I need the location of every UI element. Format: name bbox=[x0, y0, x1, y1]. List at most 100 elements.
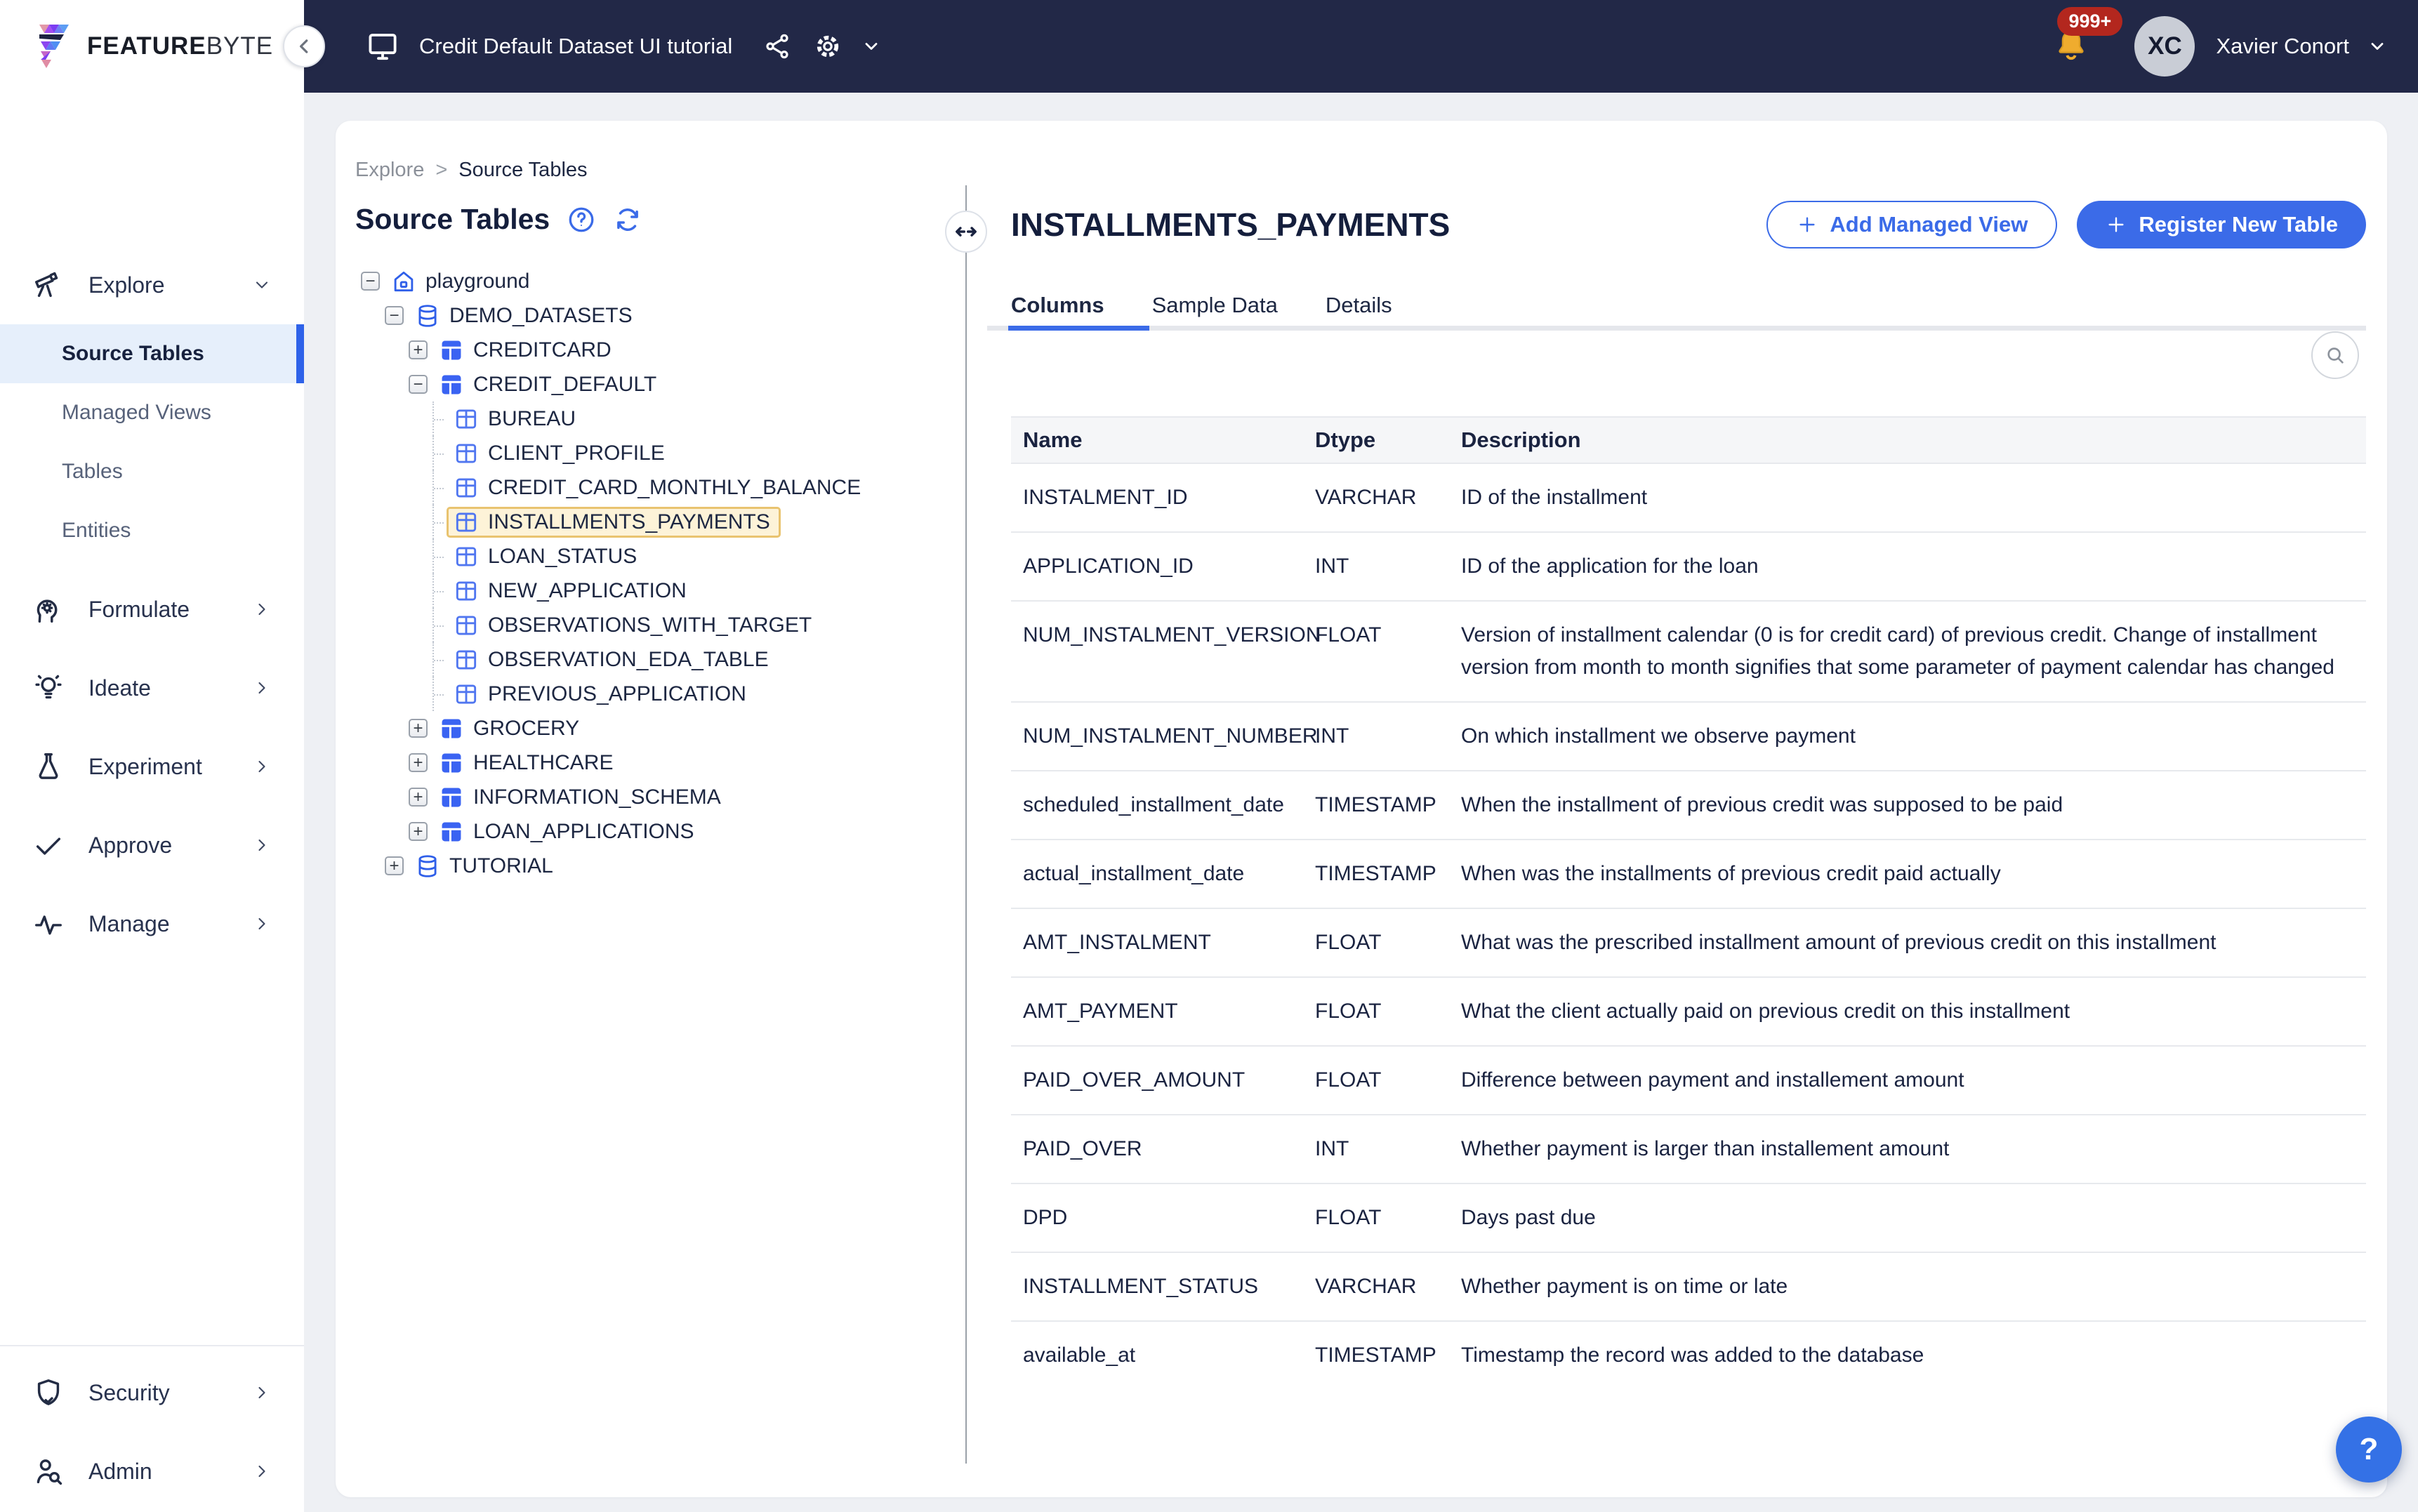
expand-node-button[interactable]: + bbox=[409, 822, 428, 841]
breadcrumb-explore[interactable]: Explore bbox=[355, 159, 424, 182]
tree-node-creditcard[interactable]: +CREDITCARD bbox=[355, 333, 949, 367]
sidebar-item-approve[interactable]: Approve bbox=[0, 806, 304, 884]
schema-icon bbox=[438, 371, 465, 398]
panel-resize-handle[interactable] bbox=[945, 211, 987, 253]
cell-description: What was the prescribed installment amou… bbox=[1461, 927, 2366, 959]
tree-connector bbox=[432, 608, 451, 642]
tree-node-grocery[interactable]: + GROCERY bbox=[355, 711, 949, 745]
explore-children: Source TablesManaged ViewsTablesEntities bbox=[0, 324, 304, 560]
tree-node-loan_applications[interactable]: +LOAN_APPLICATIONS bbox=[355, 814, 949, 849]
refresh-icon[interactable] bbox=[613, 205, 642, 234]
avatar[interactable]: XC bbox=[2134, 16, 2195, 77]
resize-arrows-icon bbox=[953, 219, 979, 244]
tree-node-playground[interactable]: −playground bbox=[355, 264, 949, 298]
tree-node-healthcare[interactable]: +HEALTHCARE bbox=[355, 745, 949, 780]
chevron-down-icon[interactable] bbox=[861, 37, 881, 56]
workspace-title[interactable]: Credit Default Dataset UI tutorial bbox=[419, 34, 732, 59]
tree-node-label: GROCERY bbox=[473, 717, 579, 741]
sidebar-item-tables[interactable]: Tables bbox=[0, 442, 304, 501]
expand-node-button[interactable]: + bbox=[409, 340, 428, 359]
sidebar-item-label: Security bbox=[88, 1380, 170, 1406]
cell-name: AMT_INSTALMENT bbox=[1011, 927, 1315, 959]
table-row: DPDFLOATDays past due bbox=[1011, 1184, 2366, 1253]
tabs-underline bbox=[987, 326, 2366, 331]
sidebar-item-formulate[interactable]: Formulate bbox=[0, 570, 304, 649]
tree-node-credit_card_monthly_balance[interactable]: CREDIT_CARD_MONTHLY_BALANCE bbox=[355, 470, 949, 505]
tree-node-observation_eda_table[interactable]: OBSERVATION_EDA_TABLE bbox=[355, 642, 949, 677]
sidebar-item-label: Explore bbox=[88, 272, 165, 298]
sidebar-item-source-tables[interactable]: Source Tables bbox=[0, 324, 304, 383]
chevron-right-icon bbox=[252, 757, 272, 776]
tree-node-body: CLIENT_PROFILE bbox=[447, 438, 675, 469]
sidebar-item-security[interactable]: Security bbox=[0, 1353, 304, 1432]
tree-node-information_schema[interactable]: +INFORMATION_SCHEMA bbox=[355, 780, 949, 814]
tree-node-credit_default[interactable]: −CREDIT_DEFAULT bbox=[355, 367, 949, 402]
add-managed-view-button[interactable]: Add Managed View bbox=[1766, 201, 2057, 248]
tree-node-demo_datasets[interactable]: −DEMO_DATASETS bbox=[355, 298, 949, 333]
tree-node-installments_payments[interactable]: INSTALLMENTS_PAYMENTS bbox=[355, 505, 949, 539]
collapse-node-button[interactable]: − bbox=[385, 306, 404, 325]
notification-badge: 999+ bbox=[2057, 7, 2122, 36]
expand-node-button[interactable]: + bbox=[409, 788, 428, 807]
cell-dtype: FLOAT bbox=[1315, 619, 1461, 684]
table-title: INSTALLMENTS_PAYMENTS bbox=[1011, 206, 1766, 244]
sidebar-item-ideate[interactable]: Ideate bbox=[0, 649, 304, 727]
cell-dtype: INT bbox=[1315, 550, 1461, 583]
tree-node-observations_with_target[interactable]: OBSERVATIONS_WITH_TARGET bbox=[355, 608, 949, 642]
main-column: Credit Default Dataset UI tutorial 99 bbox=[304, 0, 2418, 1512]
register-new-table-button[interactable]: Register New Table bbox=[2077, 201, 2366, 248]
tree-node-previous_application[interactable]: PREVIOUS_APPLICATION bbox=[355, 677, 949, 711]
expand-node-button[interactable]: + bbox=[385, 856, 404, 875]
table-row: NUM_INSTALMENT_VERSIONFLOATVersion of in… bbox=[1011, 602, 2366, 703]
sidebar-item-label: Experiment bbox=[88, 754, 202, 780]
sidebar-item-experiment[interactable]: Experiment bbox=[0, 727, 304, 806]
tree-connector bbox=[432, 642, 451, 677]
cell-name: PAID_OVER_AMOUNT bbox=[1011, 1064, 1315, 1096]
detail-header: INSTALLMENTS_PAYMENTS Add Managed View Re… bbox=[1011, 201, 2366, 248]
sidebar-item-label: Ideate bbox=[88, 675, 151, 701]
collapse-node-button[interactable]: − bbox=[361, 272, 380, 291]
sidebar-item-manage[interactable]: Manage bbox=[0, 884, 304, 963]
notifications-button[interactable]: 999+ bbox=[2053, 27, 2089, 67]
topbar: Credit Default Dataset UI tutorial 99 bbox=[304, 0, 2418, 93]
sidebar-collapse-button[interactable] bbox=[283, 25, 325, 67]
help-circle-icon[interactable] bbox=[567, 205, 596, 234]
cell-dtype: TIMESTAMP bbox=[1315, 858, 1461, 890]
table-row: INSTALLMENT_STATUSVARCHARWhether payment… bbox=[1011, 1253, 2366, 1322]
approve-icon bbox=[32, 829, 65, 861]
tree-node-label: OBSERVATIONS_WITH_TARGET bbox=[488, 614, 812, 637]
tree-node-bureau[interactable]: BUREAU bbox=[355, 402, 949, 436]
user-name[interactable]: Xavier Conort bbox=[2216, 34, 2349, 59]
formulate-icon bbox=[32, 593, 65, 625]
table-row: PAID_OVERINTWhether payment is larger th… bbox=[1011, 1115, 2366, 1184]
tree-node-loan_status[interactable]: LOAN_STATUS bbox=[355, 539, 949, 573]
gear-icon[interactable] bbox=[814, 32, 842, 60]
app-root: FEATUREBYTE ExploreSource TablesManaged … bbox=[0, 0, 2418, 1512]
tree-node-new_application[interactable]: NEW_APPLICATION bbox=[355, 573, 949, 608]
sidebar-item-managed-views[interactable]: Managed Views bbox=[0, 383, 304, 442]
table-row: APPLICATION_IDINTID of the application f… bbox=[1011, 533, 2366, 602]
tab-details[interactable]: Details bbox=[1302, 285, 1416, 326]
cell-description: Whether payment is larger than installem… bbox=[1461, 1133, 2366, 1165]
tab-columns[interactable]: Columns bbox=[987, 285, 1128, 326]
user-menu-chevron-icon[interactable] bbox=[2367, 37, 2387, 56]
button-label: Register New Table bbox=[2139, 212, 2338, 237]
cell-description: ID of the installment bbox=[1461, 482, 2366, 514]
sidebar-item-entities[interactable]: Entities bbox=[0, 501, 304, 560]
sidebar-item-explore[interactable]: Explore bbox=[0, 246, 304, 324]
detail-actions: Add Managed View Register New Table bbox=[1766, 201, 2366, 248]
expand-node-button[interactable]: + bbox=[409, 753, 428, 772]
help-fab-button[interactable]: ? bbox=[2336, 1417, 2402, 1483]
sidebar-item-admin[interactable]: Admin bbox=[0, 1432, 304, 1511]
table-search-button[interactable] bbox=[2311, 331, 2359, 379]
tree-node-tutorial[interactable]: +TUTORIAL bbox=[355, 849, 949, 883]
share-icon[interactable] bbox=[763, 32, 791, 60]
collapse-node-button[interactable]: − bbox=[409, 375, 428, 394]
table-row: PAID_OVER_AMOUNTFLOATDifference between … bbox=[1011, 1047, 2366, 1115]
tree-node-body: LOAN_STATUS bbox=[447, 541, 647, 572]
tree-node-client_profile[interactable]: CLIENT_PROFILE bbox=[355, 436, 949, 470]
cell-dtype: VARCHAR bbox=[1315, 482, 1461, 514]
cell-name: INSTALLMENT_STATUS bbox=[1011, 1271, 1315, 1303]
expand-node-button[interactable]: + bbox=[409, 719, 428, 738]
tab-sample-data[interactable]: Sample Data bbox=[1128, 285, 1302, 326]
